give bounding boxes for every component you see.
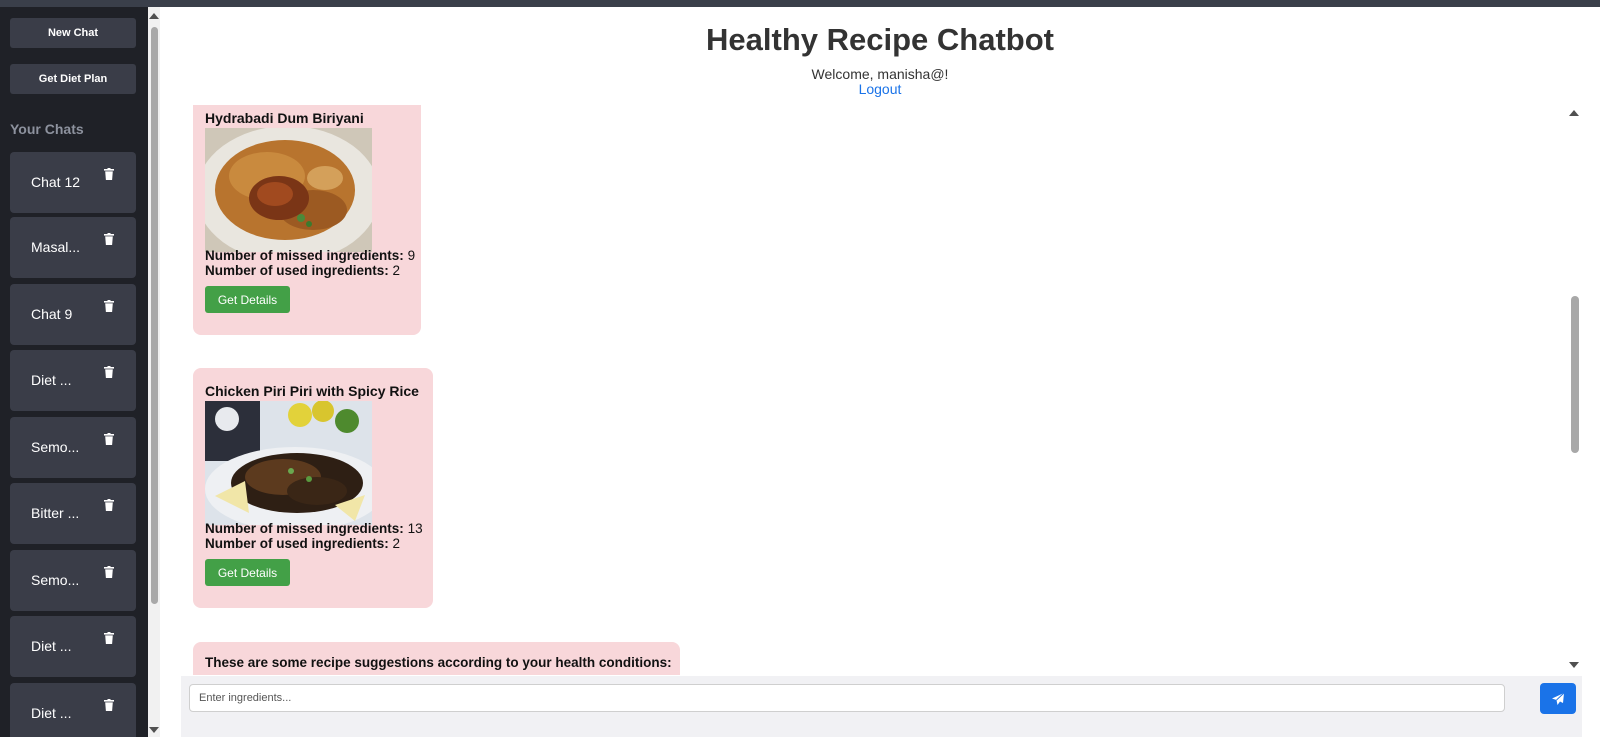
trash-icon[interactable] [104, 366, 114, 378]
page-title: Healthy Recipe Chatbot [706, 22, 1054, 57]
ingredients-input[interactable] [189, 684, 1505, 712]
suggestion-text: These are some recipe suggestions accord… [205, 655, 672, 670]
get-details-button[interactable]: Get Details [205, 559, 290, 586]
chat-item-label: Chat 9 [31, 306, 73, 322]
get-diet-plan-button[interactable]: Get Diet Plan [10, 64, 136, 94]
welcome-text: Welcome, manisha@! [811, 66, 949, 82]
used-label: Number of used ingredients: [205, 536, 389, 551]
missed-count: 9 [407, 248, 416, 263]
logout-link[interactable]: Logout [859, 81, 902, 97]
used-label: Number of used ingredients: [205, 263, 389, 278]
chat-item-label: Diet ... [31, 638, 72, 654]
input-bar [181, 676, 1582, 737]
trash-icon[interactable] [104, 433, 114, 445]
used-count: 2 [392, 263, 401, 278]
sidebar: New Chat Get Diet Plan Your Chats Chat 1… [0, 7, 148, 737]
recipe-card: Chicken Piri Piri with Spicy Rice Number… [193, 368, 433, 608]
chat-item-label: Bitter ... [31, 505, 80, 521]
scroll-down-icon[interactable] [149, 727, 159, 733]
trash-icon[interactable] [104, 300, 114, 312]
chat-item[interactable]: Bitter ... [10, 483, 136, 544]
trash-icon[interactable] [104, 566, 114, 578]
trash-icon[interactable] [104, 632, 114, 644]
trash-icon[interactable] [104, 233, 114, 245]
recipe-image [205, 128, 372, 252]
sidebar-scrollbar[interactable] [148, 7, 160, 737]
scroll-up-icon[interactable] [1569, 110, 1579, 116]
chat-item[interactable]: Diet ... [10, 350, 136, 411]
chat-messages: Hydrabadi Dum Biriyani Number of missed … [181, 105, 1572, 675]
chat-scrollbar[interactable] [1567, 105, 1582, 675]
chat-item-label: Semo... [31, 439, 80, 455]
trash-icon[interactable] [104, 699, 114, 711]
sidebar-scroll-thumb[interactable] [151, 27, 158, 604]
missed-label: Number of missed ingredients: [205, 521, 404, 536]
chat-item[interactable]: Semo... [10, 417, 136, 478]
chat-item[interactable]: Diet ... [10, 616, 136, 677]
top-bar [0, 0, 1600, 7]
missed-label: Number of missed ingredients: [205, 248, 404, 263]
chat-item[interactable]: Chat 9 [10, 284, 136, 345]
recipe-title: Chicken Piri Piri with Spicy Rice [205, 383, 419, 399]
your-chats-heading: Your Chats [10, 121, 84, 137]
chat-item-label: Diet ... [31, 705, 72, 721]
chat-item-label: Semo... [31, 572, 80, 588]
recipe-card: Hydrabadi Dum Biriyani Number of missed … [193, 105, 421, 335]
chat-item-label: Masal... [31, 239, 81, 255]
send-button[interactable] [1540, 683, 1576, 714]
bot-message: These are some recipe suggestions accord… [193, 642, 680, 675]
used-count: 2 [392, 536, 401, 551]
scroll-down-icon[interactable] [1569, 662, 1579, 668]
missed-count: 13 [407, 521, 423, 536]
chat-item-label: Diet ... [31, 372, 72, 388]
chat-item-label: Chat 12 [31, 174, 81, 190]
paper-plane-icon [1552, 692, 1565, 705]
chat-item[interactable]: Diet ... [10, 683, 136, 737]
recipe-title: Hydrabadi Dum Biriyani [205, 110, 364, 126]
trash-icon[interactable] [104, 499, 114, 511]
chat-scroll-thumb[interactable] [1571, 296, 1579, 453]
recipe-image [205, 401, 372, 525]
trash-icon[interactable] [104, 168, 114, 180]
scroll-up-icon[interactable] [149, 13, 159, 19]
chat-item[interactable]: Semo... [10, 550, 136, 611]
chat-item[interactable]: Masal... [10, 217, 136, 278]
new-chat-button[interactable]: New Chat [10, 18, 136, 48]
chat-item[interactable]: Chat 12 [10, 152, 136, 213]
get-details-button[interactable]: Get Details [205, 286, 290, 313]
